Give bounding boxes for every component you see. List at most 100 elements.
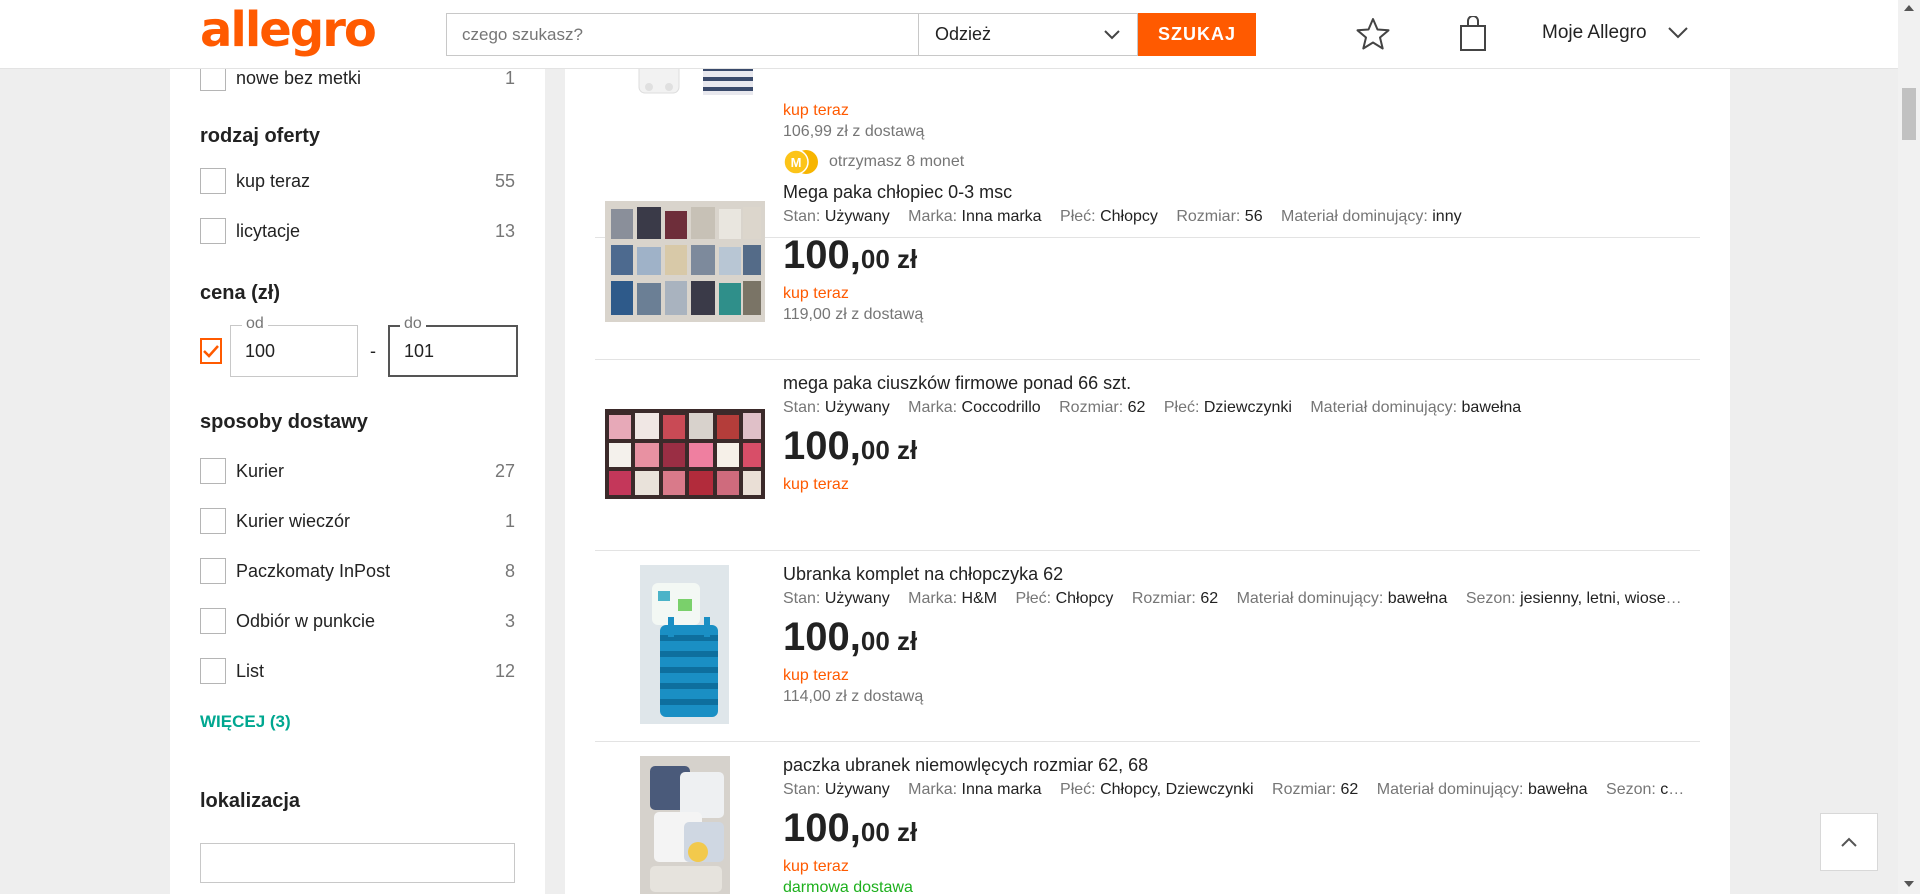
- filter-buy-now[interactable]: kup teraz 55: [200, 156, 515, 206]
- filter-inpost-lockers[interactable]: Paczkomaty InPost 8: [200, 546, 515, 596]
- search-button[interactable]: SZUKAJ: [1138, 13, 1256, 56]
- listing-price: 100,00 zł: [783, 617, 1690, 666]
- watchlist-star-icon[interactable]: [1353, 14, 1393, 54]
- listing-item[interactable]: Mega paka chłopiec 0-3 msc Stan: Używany…: [595, 169, 1700, 360]
- param-value: bawełna: [1527, 781, 1588, 798]
- checkbox[interactable]: [200, 69, 226, 91]
- filter-count: 3: [504, 610, 515, 631]
- checkbox[interactable]: [200, 658, 226, 684]
- param-value: 62: [1127, 399, 1146, 416]
- allegro-logo[interactable]: allegro: [200, 2, 377, 58]
- checkbox[interactable]: [200, 458, 226, 484]
- param-key: Płeć:: [1060, 208, 1096, 225]
- price-fraction: 00 zł: [860, 435, 918, 465]
- param-key: Stan:: [783, 781, 821, 798]
- back-to-top-button[interactable]: [1820, 813, 1878, 871]
- search-input[interactable]: [446, 13, 918, 56]
- my-allegro-label: Moje Allegro: [1542, 22, 1647, 43]
- filter-auctions[interactable]: licytacje 13: [200, 206, 515, 256]
- checkbox[interactable]: [200, 558, 226, 584]
- filter-condition-new-no-tag[interactable]: nowe bez metki 1: [200, 69, 515, 103]
- checkbox[interactable]: [200, 218, 226, 244]
- price-integer: 100,: [783, 806, 861, 850]
- listing-item[interactable]: paczka ubranek niemowlęcych rozmiar 62, …: [595, 742, 1700, 894]
- filter-label: Odbiór w punkcie: [236, 610, 376, 631]
- checkbox[interactable]: [200, 508, 226, 534]
- delivery-title: sposoby dostawy: [200, 411, 368, 433]
- filter-count: 13: [494, 220, 515, 241]
- filter-label: List: [236, 660, 265, 681]
- price-to-field: do: [388, 315, 518, 377]
- listing-info: mega paka ciuszków firmowe ponad 66 szt.…: [783, 372, 1690, 495]
- free-delivery-label: darmowa dostawa: [783, 879, 913, 894]
- listing-item[interactable]: Ubranka komplet na chłopczyka 62 Stan: U…: [595, 551, 1700, 742]
- product-thumbnail[interactable]: [631, 69, 756, 101]
- filter-courier[interactable]: Kurier 27: [200, 446, 515, 496]
- listing-title[interactable]: mega paka ciuszków firmowe ponad 66 szt.: [783, 372, 1690, 394]
- scroll-up-arrow-icon[interactable]: [1904, 4, 1914, 12]
- listing-params: Stan: Używany Marka: Inna marka Płeć: Ch…: [783, 780, 1690, 800]
- listing-info: Ubranka komplet na chłopczyka 62 Stan: U…: [783, 563, 1690, 708]
- chevron-up-icon: [1841, 837, 1857, 847]
- filter-count: 8: [504, 560, 515, 581]
- cart-bag-icon[interactable]: [1453, 14, 1493, 54]
- filter-count: 1: [504, 510, 515, 531]
- listing-title[interactable]: Ubranka komplet na chłopczyka 62: [783, 563, 1690, 585]
- buy-now-label: kup teraz: [783, 476, 849, 493]
- price-integer: 100,: [783, 615, 861, 659]
- param-value: bawełna: [1461, 399, 1522, 416]
- filter-count: 1: [504, 69, 515, 88]
- param-value: H&M: [961, 590, 998, 607]
- param-key: Rozmiar:: [1131, 590, 1196, 607]
- param-value: bawełna: [1387, 590, 1448, 607]
- price-checkbox-checked[interactable]: [200, 338, 222, 364]
- category-select[interactable]: Odzież: [918, 13, 1138, 56]
- filter-count: 12: [494, 660, 515, 681]
- filter-pickup-point[interactable]: Odbiór w punkcie 3: [200, 596, 515, 646]
- param-value: jesienny, letni, wiosenny: [1520, 590, 1690, 607]
- buy-now-label: kup teraz: [783, 858, 849, 875]
- checkbox[interactable]: [200, 608, 226, 634]
- listing-params: Stan: Używany Marka: H&M Płeć: Chłopcy R…: [783, 589, 1690, 609]
- listing-title[interactable]: paczka ubranek niemowlęcych rozmiar 62, …: [783, 754, 1690, 776]
- param-value: Coccodrillo: [961, 399, 1041, 416]
- filter-count: 55: [494, 170, 515, 191]
- filter-label: kup teraz: [236, 170, 311, 191]
- buy-now-label: kup teraz: [783, 102, 849, 119]
- price-integer: 100,: [783, 233, 861, 277]
- param-key: Marka:: [908, 208, 958, 225]
- param-key: Płeć:: [1163, 399, 1200, 416]
- param-value: Dziewczynki: [1203, 399, 1292, 416]
- param-key: Sezon:: [1606, 781, 1656, 798]
- param-value: Używany: [824, 208, 890, 225]
- product-thumbnail[interactable]: [640, 565, 729, 724]
- scrollbar-thumb[interactable]: [1902, 88, 1916, 140]
- checkbox[interactable]: [200, 168, 226, 194]
- filter-evening-courier[interactable]: Kurier wieczór 1: [200, 496, 515, 546]
- param-value: Inna marka: [961, 781, 1042, 798]
- product-thumbnail[interactable]: [605, 201, 765, 322]
- param-key: Materiał dominujący:: [1236, 590, 1384, 607]
- listing-info: paczka ubranek niemowlęcych rozmiar 62, …: [783, 754, 1690, 894]
- product-thumbnail[interactable]: [640, 756, 730, 894]
- listing-item[interactable]: mega paka ciuszków firmowe ponad 66 szt.…: [595, 360, 1700, 551]
- price-integer: 100,: [783, 424, 861, 468]
- price-from-field: od: [230, 315, 358, 377]
- my-allegro-menu[interactable]: Moje Allegro: [1542, 22, 1689, 44]
- listing-info: kup teraz 106,99 zł z dostawą M otrzymas…: [783, 101, 1690, 175]
- location-input[interactable]: [200, 843, 515, 883]
- param-value: 62: [1340, 781, 1359, 798]
- show-more-delivery-link[interactable]: WIĘCEJ (3): [200, 712, 515, 732]
- param-value: całoroczny: [1660, 781, 1690, 798]
- scroll-down-arrow-icon[interactable]: [1904, 880, 1914, 888]
- param-key: Marka:: [908, 781, 958, 798]
- product-thumbnail[interactable]: [605, 409, 765, 499]
- filter-label: Kurier wieczór: [236, 510, 351, 531]
- filter-label: nowe bez metki: [236, 69, 362, 88]
- filter-letter[interactable]: List 12: [200, 646, 515, 696]
- price-title: cena (zł): [200, 282, 281, 304]
- filter-label: Paczkomaty InPost: [236, 560, 391, 581]
- listing-info: Mega paka chłopiec 0-3 msc Stan: Używany…: [783, 181, 1690, 326]
- page-scrollbar[interactable]: [1898, 0, 1920, 894]
- listing-title[interactable]: Mega paka chłopiec 0-3 msc: [783, 181, 1690, 203]
